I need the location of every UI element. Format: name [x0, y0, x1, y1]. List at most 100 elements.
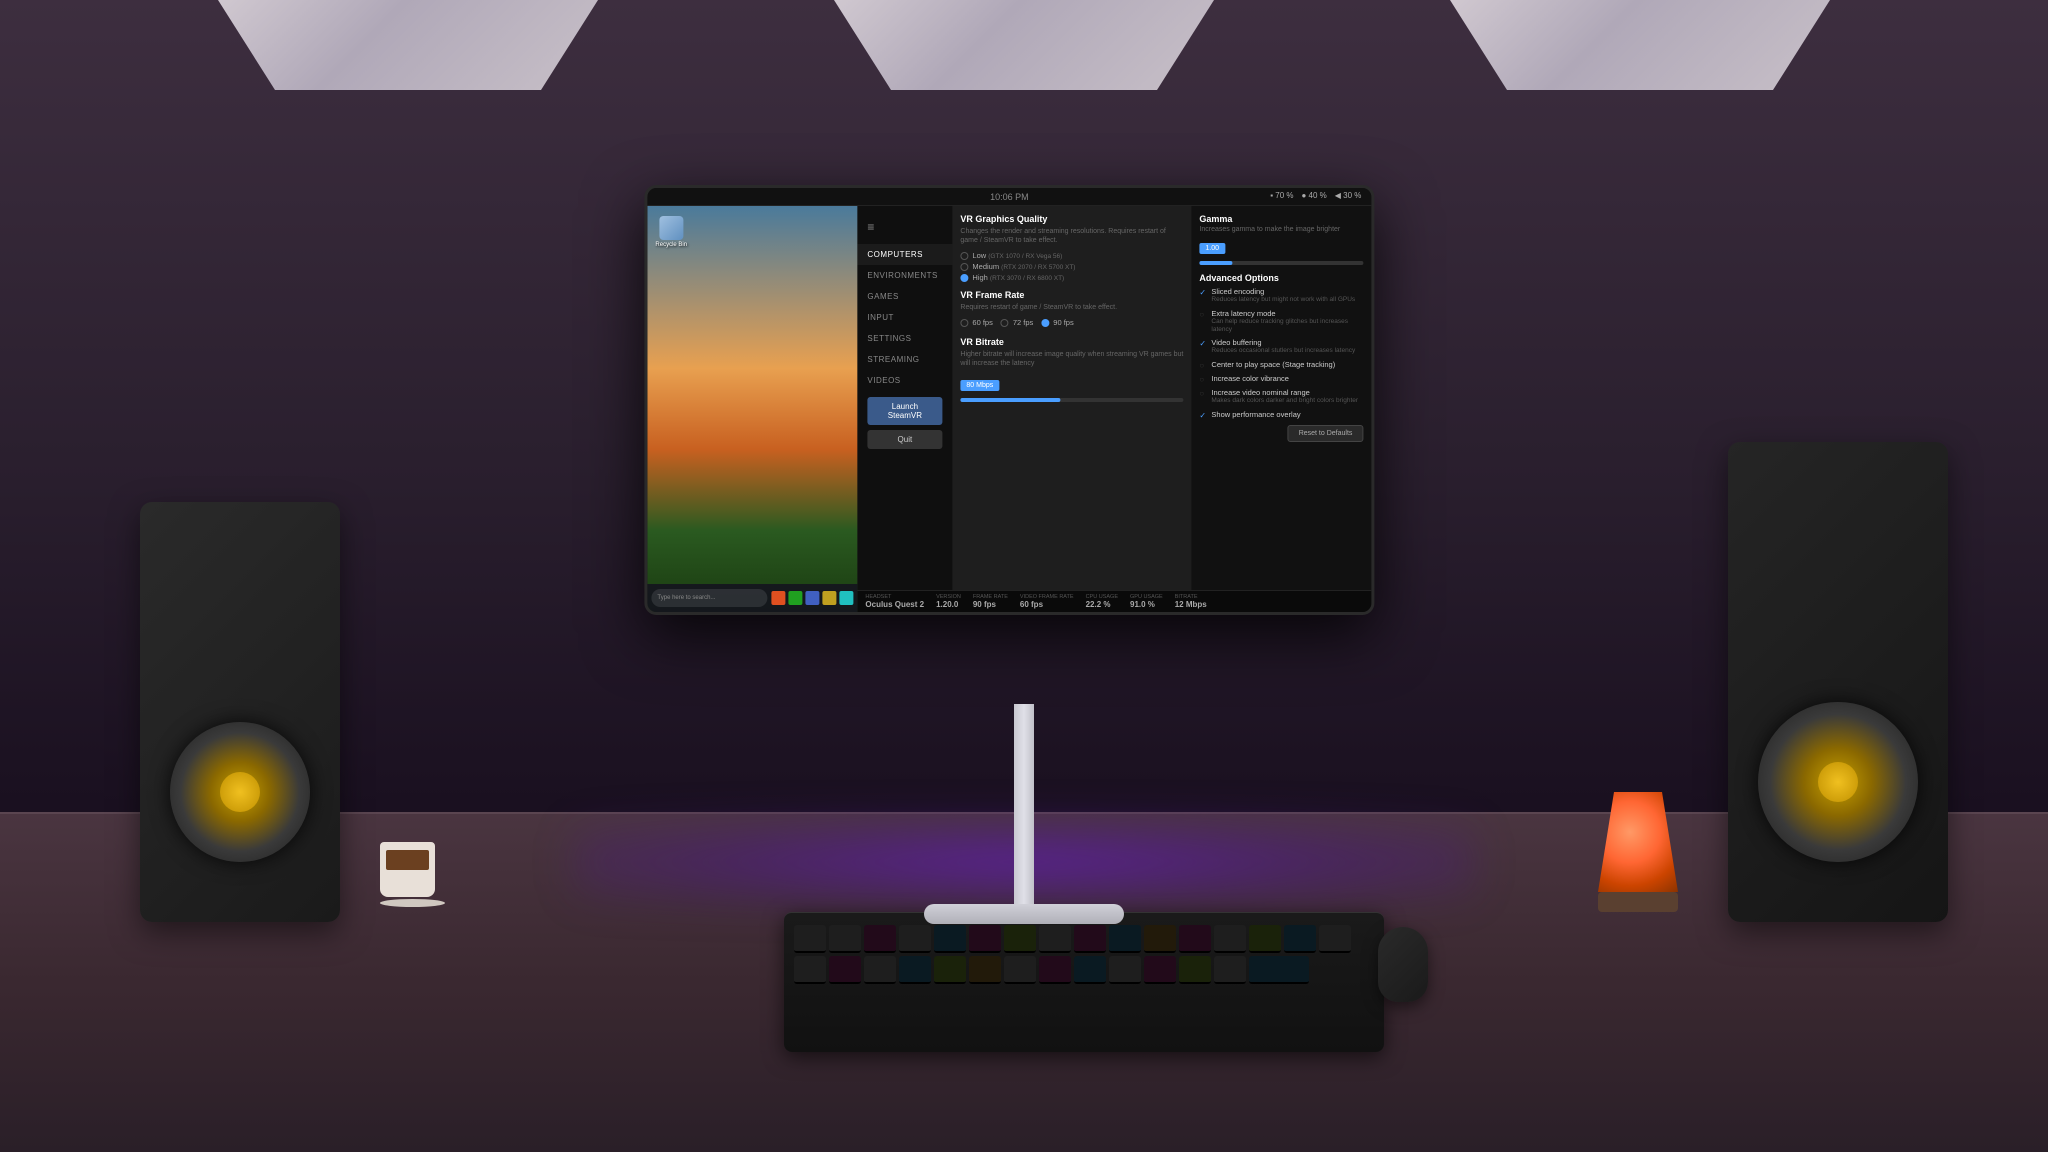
- key-12[interactable]: [1179, 925, 1211, 953]
- key-4[interactable]: [899, 925, 931, 953]
- key-27[interactable]: [1144, 956, 1176, 984]
- quit-button[interactable]: Quit: [867, 430, 942, 449]
- nav-item-computers[interactable]: COMPUTERS: [857, 244, 952, 265]
- bitrate-slider[interactable]: [960, 398, 1183, 402]
- fps-60[interactable]: 60 fps: [960, 318, 992, 327]
- status-video-frame: Video Frame Rate 60 fps: [1020, 594, 1074, 609]
- gamma-fill: [1199, 261, 1232, 265]
- quality-high[interactable]: High (RTX 3070 / RX 6800 XT): [960, 273, 1183, 282]
- quality-medium-hint: (RTX 2070 / RX 5700 XT): [1001, 264, 1075, 271]
- vr-bitrate-title: VR Bitrate: [960, 337, 1183, 347]
- taskbar-icon-5[interactable]: [839, 591, 853, 605]
- mouse: [1378, 927, 1428, 1002]
- key-18[interactable]: [829, 956, 861, 984]
- nav-item-games[interactable]: GAMES: [857, 286, 952, 307]
- key-28[interactable]: [1179, 956, 1211, 984]
- key-7[interactable]: [1004, 925, 1036, 953]
- key-14[interactable]: [1249, 925, 1281, 953]
- nav-item-environments[interactable]: ENVIRONMENTS: [857, 265, 952, 286]
- fps-90[interactable]: 90 fps: [1041, 318, 1073, 327]
- key-8[interactable]: [1039, 925, 1071, 953]
- nav-item-input[interactable]: INPUT: [857, 307, 952, 328]
- option-video-nominal-text: Increase video nominal range Makes dark …: [1211, 388, 1363, 405]
- key-13[interactable]: [1214, 925, 1246, 953]
- key-23[interactable]: [1004, 956, 1036, 984]
- option-video-buffering-desc: Reduces occasional stutlers but increase…: [1211, 347, 1363, 355]
- check-sliced: ✓: [1199, 288, 1207, 296]
- taskbar-icon-3[interactable]: [805, 591, 819, 605]
- key-2[interactable]: [829, 925, 861, 953]
- option-color-vibrance-name: Increase color vibrance: [1211, 374, 1363, 383]
- key-19[interactable]: [864, 956, 896, 984]
- key-30[interactable]: [1249, 956, 1309, 984]
- option-extra-latency: ○ Extra latency mode Can help reduce tra…: [1199, 309, 1363, 334]
- key-16[interactable]: [1319, 925, 1351, 953]
- key-26[interactable]: [1109, 956, 1141, 984]
- monitor-stand-base: [924, 904, 1124, 924]
- recycle-bin-label: Recycle Bin: [655, 242, 687, 248]
- gamma-track: [1199, 261, 1363, 265]
- wall-panel-right: [1450, 0, 1830, 90]
- bitrate-display-value: 12 Mbps: [1175, 600, 1207, 609]
- quality-medium[interactable]: Medium (RTX 2070 / RX 5700 XT): [960, 262, 1183, 271]
- status-headset: Headset Oculus Quest 2: [865, 594, 924, 609]
- vr-bitrate-section: VR Bitrate Higher bitrate will increase …: [960, 337, 1183, 402]
- keyboard-keys: [784, 913, 1384, 996]
- option-color-vibrance-text: Increase color vibrance: [1211, 374, 1363, 383]
- key-20[interactable]: [899, 956, 931, 984]
- speaker-left: [140, 502, 340, 922]
- monitor-screen: Recycle Bin Type here to search...: [647, 206, 1371, 612]
- check-perf-overlay: ✓: [1199, 411, 1207, 419]
- key-29[interactable]: [1214, 956, 1246, 984]
- fps-60-label: 60 fps: [972, 318, 992, 327]
- taskbar-icon-2[interactable]: [788, 591, 802, 605]
- check-color-vibrance: ○: [1199, 375, 1207, 383]
- key-22[interactable]: [969, 956, 1001, 984]
- fps-72-label: 72 fps: [1013, 318, 1033, 327]
- key-15[interactable]: [1284, 925, 1316, 953]
- key-25[interactable]: [1074, 956, 1106, 984]
- nav-item-settings[interactable]: SETTINGS: [857, 328, 952, 349]
- key-9[interactable]: [1074, 925, 1106, 953]
- search-bar[interactable]: Type here to search...: [651, 589, 767, 607]
- fps-72[interactable]: 72 fps: [1001, 318, 1033, 327]
- key-11[interactable]: [1144, 925, 1176, 953]
- quality-high-label: High (RTX 3070 / RX 6800 XT): [972, 273, 1064, 282]
- vr-bitrate-desc: Higher bitrate will increase image quali…: [960, 350, 1183, 368]
- key-6[interactable]: [969, 925, 1001, 953]
- option-video-buffering-text: Video buffering Reduces occasional stutl…: [1211, 338, 1363, 355]
- radio-dot-low: [960, 252, 968, 260]
- topbar-time: 10:06 PM: [990, 192, 1029, 202]
- wall-panel-left: [218, 0, 598, 90]
- option-sliced-name: Sliced encoding: [1211, 287, 1363, 296]
- key-17[interactable]: [794, 956, 826, 984]
- slider-track: [960, 398, 1183, 402]
- key-1[interactable]: [794, 925, 826, 953]
- taskbar-icon-1[interactable]: [771, 591, 785, 605]
- windows-desktop: Recycle Bin Type here to search...: [647, 206, 857, 612]
- key-21[interactable]: [934, 956, 966, 984]
- slider-fill: [960, 398, 1060, 402]
- recycle-bin-icon[interactable]: Recycle Bin: [655, 216, 687, 248]
- vr-framerate-desc: Requires restart of game / SteamVR to ta…: [960, 303, 1183, 312]
- key-3[interactable]: [864, 925, 896, 953]
- hamburger-icon[interactable]: ≡: [857, 214, 952, 240]
- key-10[interactable]: [1109, 925, 1141, 953]
- steamvr-main-content: VR Graphics Quality Changes the render a…: [952, 206, 1191, 590]
- quality-low[interactable]: Low (GTX 1070 / RX Vega 56): [960, 251, 1183, 260]
- key-24[interactable]: [1039, 956, 1071, 984]
- headset-value: Oculus Quest 2: [865, 600, 924, 609]
- gamma-title: Gamma: [1199, 214, 1363, 224]
- nav-item-streaming[interactable]: STREAMING: [857, 349, 952, 370]
- key-5[interactable]: [934, 925, 966, 953]
- option-center-playspace-text: Center to play space (Stage tracking): [1211, 360, 1363, 369]
- taskbar-icon-4[interactable]: [822, 591, 836, 605]
- reset-defaults-button[interactable]: Reset to Defaults: [1288, 425, 1364, 442]
- option-sliced-text: Sliced encoding Reduces latency but migh…: [1211, 287, 1363, 304]
- option-center-playspace-name: Center to play space (Stage tracking): [1211, 360, 1363, 369]
- option-center-playspace: ○ Center to play space (Stage tracking): [1199, 360, 1363, 369]
- check-video-nominal: ○: [1199, 389, 1207, 397]
- launch-steamvr-button[interactable]: Launch SteamVR: [867, 397, 942, 425]
- nav-item-videos[interactable]: VIDEOS: [857, 370, 952, 391]
- gamma-slider[interactable]: [1199, 261, 1363, 265]
